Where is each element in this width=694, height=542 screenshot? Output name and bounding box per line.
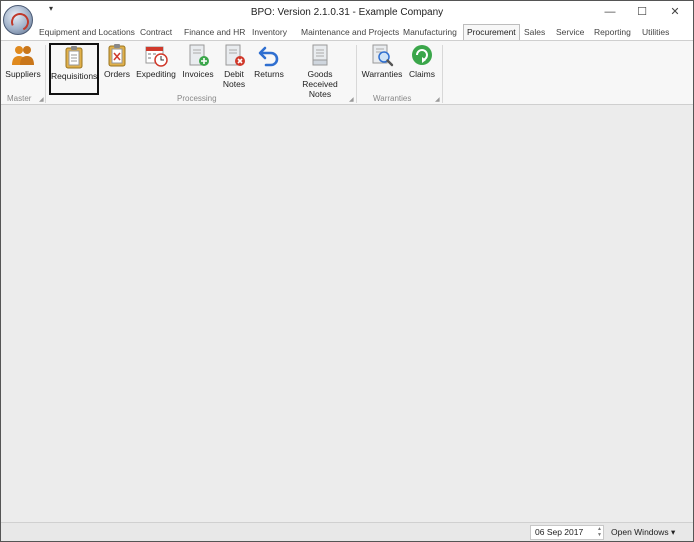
expediting-label: Expediting <box>136 69 176 79</box>
orders-button[interactable]: Orders <box>102 43 132 91</box>
open-windows-dropdown[interactable]: Open Windows ▾ <box>611 527 675 538</box>
claims-refresh-icon <box>412 45 432 65</box>
return-arrow-icon <box>258 46 279 67</box>
tab-inventory[interactable]: Inventory <box>252 25 287 40</box>
date-spinner-icon[interactable]: ▲ ▼ <box>597 526 602 538</box>
ribbon-panel: Suppliers Requisitions Orders Expediting… <box>1 40 693 105</box>
order-icon <box>108 44 126 67</box>
debit-notes-label-line2: Notes <box>222 79 246 89</box>
returns-button[interactable]: Returns <box>252 43 286 91</box>
claims-button[interactable]: Claims <box>407 43 437 91</box>
app-window: ▾ BPO: Version 2.1.0.31 - Example Compan… <box>0 0 694 542</box>
group-separator <box>356 45 357 103</box>
tab-service[interactable]: Service <box>556 25 584 40</box>
warranties-group-expander-icon[interactable]: ◢ <box>435 96 440 103</box>
goods-received-notes-button[interactable]: Goods Received Notes <box>289 43 351 99</box>
suppliers-label: Suppliers <box>5 69 41 79</box>
processing-group-expander-icon[interactable]: ◢ <box>349 96 354 103</box>
suppliers-button[interactable]: Suppliers <box>5 43 41 91</box>
group-label-master: Master <box>7 94 32 103</box>
tab-reporting[interactable]: Reporting <box>594 25 631 40</box>
tab-manufacturing[interactable]: Manufacturing <box>403 25 457 40</box>
minimize-button[interactable]: — <box>596 4 624 20</box>
tab-utilities[interactable]: Utilities <box>642 25 669 40</box>
returns-label: Returns <box>254 69 284 79</box>
master-group-expander-icon[interactable]: ◢ <box>39 96 44 103</box>
requisitions-label: Requisitions <box>51 71 98 81</box>
group-label-processing: Processing <box>177 94 217 103</box>
tab-finance-and-hr[interactable]: Finance and HR <box>184 25 245 40</box>
requisitions-button[interactable]: Requisitions <box>49 43 99 95</box>
tab-contract[interactable]: Contract <box>140 25 172 40</box>
warranty-search-icon <box>372 44 394 67</box>
invoice-add-icon <box>189 44 209 66</box>
group-label-warranties: Warranties <box>373 94 412 103</box>
invoices-label: Invoices <box>182 69 214 79</box>
goods-received-label-line2: Notes <box>308 89 332 99</box>
claims-label: Claims <box>409 69 435 79</box>
mdi-workspace <box>1 106 693 522</box>
debit-notes-label-line1: Debit <box>224 69 244 79</box>
date-value: 06 Sep 2017 <box>535 527 584 537</box>
debit-notes-icon <box>225 44 245 66</box>
tab-procurement[interactable]: Procurement <box>463 24 520 41</box>
orders-label: Orders <box>104 69 130 79</box>
debit-notes-button[interactable]: Debit Notes <box>219 43 249 91</box>
goods-received-icon <box>312 44 328 66</box>
goods-received-label-line1: Goods Received <box>302 69 338 89</box>
close-button[interactable]: ✕ <box>661 4 689 20</box>
ribbon-tab-row: Equipment and Locations Contract Finance… <box>1 23 693 41</box>
window-title: BPO: Version 2.1.0.31 - Example Company <box>250 7 444 18</box>
calendar-clock-icon <box>145 46 168 67</box>
warranties-label: Warranties <box>361 69 403 79</box>
suppliers-icon <box>12 46 34 65</box>
invoices-button[interactable]: Invoices <box>181 43 215 91</box>
app-menu-orb-icon[interactable] <box>3 5 33 35</box>
date-picker[interactable]: 06 Sep 2017 ▲ ▼ <box>530 525 604 540</box>
title-bar: ▾ BPO: Version 2.1.0.31 - Example Compan… <box>1 1 693 35</box>
maximize-button[interactable]: ☐ <box>628 4 656 20</box>
status-bar: 06 Sep 2017 ▲ ▼ Open Windows ▾ <box>1 522 693 541</box>
clipboard-icon <box>65 46 83 69</box>
expediting-button[interactable]: Expediting <box>135 43 177 91</box>
group-separator <box>442 45 443 103</box>
group-separator <box>45 45 46 103</box>
tab-sales[interactable]: Sales <box>524 25 545 40</box>
warranties-button[interactable]: Warranties <box>361 43 403 91</box>
tab-equipment-and-locations[interactable]: Equipment and Locations <box>39 25 135 40</box>
tab-maintenance-and-projects[interactable]: Maintenance and Projects <box>301 25 399 40</box>
